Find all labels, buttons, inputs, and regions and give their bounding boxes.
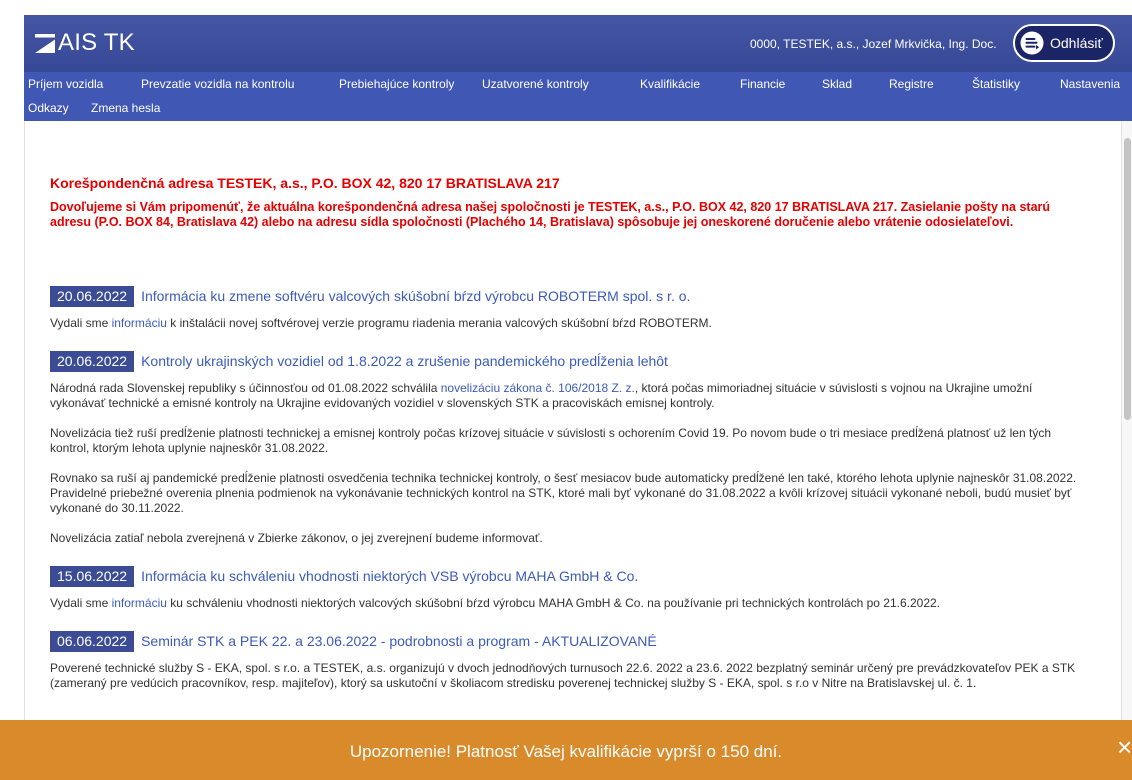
menu-item-nastavenia[interactable]: Nastavenia (1060, 76, 1120, 92)
news-paragraph: Poverené technické služby S - EKA, spol.… (50, 661, 1076, 690)
qualification-alert-bar: Upozornenie! Platnosť Vašej kvalifikácie… (0, 720, 1132, 780)
menu-item-financie[interactable]: Financie (740, 76, 785, 92)
news-inline-link[interactable]: novelizáciu zákona č. 106/2018 Z. z. (441, 381, 635, 395)
app-title: AIS TK (58, 29, 135, 56)
menu-item-prebiehajuce-kontroly[interactable]: Prebiehajúce kontroly (339, 76, 454, 92)
notice-text: Dovoľujeme si Vám pripomenúť, že aktuáln… (50, 200, 1051, 229)
news-paragraph: Novelizácia zatiaľ nebola zverejnená v Z… (50, 531, 543, 545)
menu-item-statistiky[interactable]: Štatistiky (972, 76, 1020, 92)
news-body: Národná rada Slovenskej republiky s účin… (50, 381, 1084, 546)
menu-item-sklad[interactable]: Sklad (822, 76, 852, 92)
news-date-badge: 15.06.2022 (50, 566, 135, 587)
news-paragraph: Novelizácia tiež ruší predĺženie platnos… (50, 426, 1051, 455)
news-title-link[interactable]: Kontroly ukrajinských vozidiel od 1.8.20… (141, 351, 668, 372)
user-info: 0000, TESTEK, a.s., Jozef Mrkvička, Ing.… (750, 37, 997, 51)
news-item: 20.06.2022 Kontroly ukrajinských vozidie… (50, 351, 1084, 546)
top-header: AIS TK 0000, TESTEK, a.s., Jozef Mrkvičk… (24, 15, 1132, 72)
menu-item-uzatvorene-kontroly[interactable]: Uzatvorené kontroly (482, 76, 589, 92)
news-header: 06.06.2022 Seminár STK a PEK 22. a 23.06… (50, 631, 1084, 652)
news-title-link[interactable]: Seminár STK a PEK 22. a 23.06.2022 - pod… (141, 631, 657, 652)
news-body: Vydali sme informáciu k inštalácii novej… (50, 316, 1084, 331)
logo-icon (35, 33, 55, 53)
news-item: 15.06.2022 Informácia ku schváleniu vhod… (50, 566, 1084, 611)
news-body: Vydali sme informáciu ku schváleniu vhod… (50, 596, 1084, 611)
news-text: Vydali sme (50, 316, 112, 330)
content-scrollbar[interactable] (1122, 121, 1132, 720)
news-title-link[interactable]: Informácia ku zmene softvéru valcových s… (141, 286, 690, 307)
app-window: AIS TK 0000, TESTEK, a.s., Jozef Mrkvičk… (24, 15, 1132, 780)
news-paragraph: Rovnako sa ruší aj pandemické predĺženie… (50, 471, 1077, 515)
app-logo[interactable]: AIS TK (35, 29, 135, 57)
menu-item-kvalifikacie[interactable]: Kvalifikácie (640, 76, 700, 92)
news-text: Vydali sme (50, 596, 112, 610)
news-date-badge: 06.06.2022 (50, 631, 135, 652)
menu-item-prijem-vozidla[interactable]: Príjem vozidla (28, 76, 103, 92)
logout-icon (1020, 31, 1044, 55)
news-text: k inštalácii novej softvérovej verzie pr… (166, 316, 712, 330)
close-icon[interactable]: × (1117, 732, 1132, 762)
news-text: Národná rada Slovenskej republiky s účin… (50, 381, 441, 395)
main-menu: Príjem vozidla Prevzatie vozidla na kont… (24, 72, 1132, 121)
menu-item-prevzatie-vozidla[interactable]: Prevzatie vozidla na kontrolu (141, 76, 294, 92)
alert-message: Upozornenie! Platnosť Vašej kvalifikácie… (349, 742, 783, 761)
news-paragraph: Vydali sme informáciu ku schváleniu vhod… (50, 596, 1084, 611)
main-content: Korešpondenčná adresa TESTEK, a.s., P.O.… (24, 121, 1122, 780)
news-inline-link[interactable]: informáciu (112, 596, 167, 610)
news-item: 06.06.2022 Seminár STK a PEK 22. a 23.06… (50, 631, 1084, 691)
notice-title: Korešpondenčná adresa TESTEK, a.s., P.O.… (50, 175, 560, 191)
news-item: 20.06.2022 Informácia ku zmene softvéru … (50, 286, 1084, 331)
news-header: 20.06.2022 Informácia ku zmene softvéru … (50, 286, 1084, 307)
logout-label: Odhlásiť (1050, 35, 1103, 51)
scrollbar-thumb[interactable] (1124, 138, 1131, 420)
news-title-link[interactable]: Informácia ku schváleniu vhodnosti niekt… (141, 566, 638, 587)
menu-item-registre[interactable]: Registre (889, 76, 934, 92)
news-date-badge: 20.06.2022 (50, 351, 135, 372)
news-paragraph: Vydali sme informáciu k inštalácii novej… (50, 316, 1084, 331)
news-header: 20.06.2022 Kontroly ukrajinských vozidie… (50, 351, 1084, 372)
news-header: 15.06.2022 Informácia ku schváleniu vhod… (50, 566, 1084, 587)
news-list: 20.06.2022 Informácia ku zmene softvéru … (50, 286, 1084, 691)
news-date-badge: 20.06.2022 (50, 286, 135, 307)
news-text: ku schváleniu vhodnosti niektorých valco… (166, 596, 941, 610)
news-inline-link[interactable]: informáciu (112, 316, 167, 330)
logout-button[interactable]: Odhlásiť (1013, 24, 1115, 62)
news-paragraph: Národná rada Slovenskej republiky s účin… (50, 381, 1084, 411)
news-body: Poverené technické služby S - EKA, spol.… (50, 661, 1084, 691)
menu-item-odkazy[interactable]: Odkazy (28, 100, 69, 116)
menu-item-zmena-hesla[interactable]: Zmena hesla (91, 100, 160, 116)
